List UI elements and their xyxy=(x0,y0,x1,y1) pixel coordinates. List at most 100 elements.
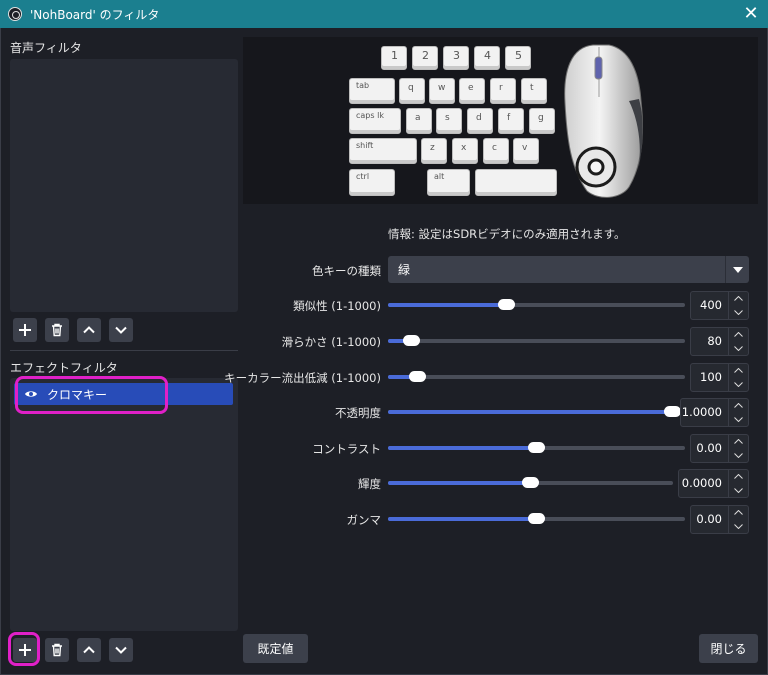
filter-preview: 1 2 3 4 5 tab q w e r t caps lk a s d f … xyxy=(243,37,758,204)
slider-fill xyxy=(388,410,673,414)
effect-filter-list[interactable] xyxy=(10,378,238,631)
spin-up-icon[interactable] xyxy=(729,364,748,378)
key-g: g xyxy=(529,108,555,134)
slider-handle[interactable] xyxy=(402,335,420,346)
spin-down-icon[interactable] xyxy=(729,306,748,320)
audio-filter-list[interactable] xyxy=(10,59,238,312)
key-color-spill-value: 100 xyxy=(700,370,722,384)
slider-handle[interactable] xyxy=(527,442,545,453)
move-audio-filter-up-button[interactable] xyxy=(77,318,101,342)
remove-audio-filter-button[interactable] xyxy=(45,318,69,342)
audio-filters-label: 音声フィルタ xyxy=(10,41,82,55)
trash-icon xyxy=(52,643,62,657)
key-shift: shift xyxy=(349,138,417,164)
smoothness-label: 滑らかさ (1-1000) xyxy=(281,335,381,349)
gamma-spinbox[interactable]: 0.00 xyxy=(690,505,749,534)
smoothness-slider[interactable] xyxy=(388,335,685,346)
spin-up-icon[interactable] xyxy=(729,435,748,449)
key-color-type-select[interactable]: 緑 xyxy=(388,256,749,283)
key-color-spill-label: キーカラー流出低減 (1-1000) xyxy=(224,371,381,385)
spin-down-icon[interactable] xyxy=(729,378,748,392)
key-t: t xyxy=(521,78,547,104)
slider-fill xyxy=(388,481,531,485)
slider-handle[interactable] xyxy=(497,299,515,310)
key-r: r xyxy=(490,78,516,104)
chevron-up-icon xyxy=(83,646,95,654)
brightness-label: 輝度 xyxy=(358,477,381,491)
window-title: 'NohBoard' のフィルタ xyxy=(30,7,160,22)
chevron-down-icon xyxy=(115,646,127,654)
key-x: x xyxy=(452,138,478,164)
key-e: e xyxy=(459,78,485,104)
key-1: 1 xyxy=(381,46,407,70)
key-space xyxy=(475,169,557,196)
key-color-spill-slider[interactable] xyxy=(388,371,685,382)
spin-up-icon[interactable] xyxy=(729,506,748,520)
move-effect-filter-up-button[interactable] xyxy=(77,638,101,662)
brightness-value: 0.0000 xyxy=(681,476,722,490)
key-5: 5 xyxy=(505,46,531,70)
opacity-label: 不透明度 xyxy=(335,406,381,420)
move-effect-filter-down-button[interactable] xyxy=(109,638,133,662)
smoothness-spinbox[interactable]: 80 xyxy=(690,327,749,356)
key-color-type-label: 色キーの種類 xyxy=(312,264,381,278)
key-z: z xyxy=(421,138,447,164)
key-v: v xyxy=(513,138,539,164)
add-audio-filter-button[interactable] xyxy=(13,318,37,342)
slider-handle[interactable] xyxy=(408,371,426,382)
gamma-slider[interactable] xyxy=(388,513,685,524)
close-button[interactable]: 閉じる xyxy=(699,634,758,663)
similarity-label: 類似性 (1-1000) xyxy=(293,299,381,313)
highlight-annotation xyxy=(15,376,168,414)
spin-down-icon[interactable] xyxy=(729,484,748,498)
contrast-spinbox[interactable]: 0.00 xyxy=(690,434,749,463)
slider-handle[interactable] xyxy=(664,406,681,417)
audio-filter-toolbar xyxy=(13,318,133,342)
spin-up-icon[interactable] xyxy=(729,399,748,413)
brightness-spinbox[interactable]: 0.0000 xyxy=(678,469,749,498)
spin-down-icon[interactable] xyxy=(729,449,748,463)
close-window-icon[interactable]: ✕ xyxy=(740,3,762,25)
move-audio-filter-down-button[interactable] xyxy=(109,318,133,342)
dropdown-arrow-icon[interactable] xyxy=(725,256,749,283)
chevron-down-icon xyxy=(115,326,127,334)
contrast-value: 0.00 xyxy=(696,441,722,455)
key-tab: tab xyxy=(349,78,395,104)
key-ctrl: ctrl xyxy=(349,169,395,196)
brightness-slider[interactable] xyxy=(388,477,673,488)
spin-down-icon[interactable] xyxy=(729,520,748,534)
key-c: c xyxy=(483,138,509,164)
key-a: a xyxy=(406,108,432,134)
opacity-spinbox[interactable]: 1.0000 xyxy=(680,398,749,427)
opacity-slider[interactable] xyxy=(388,406,681,417)
key-w: w xyxy=(429,78,455,104)
spin-down-icon[interactable] xyxy=(729,413,748,427)
gamma-label: ガンマ xyxy=(346,513,382,527)
contrast-label: コントラスト xyxy=(312,442,381,456)
spin-up-icon[interactable] xyxy=(729,292,748,306)
similarity-slider[interactable] xyxy=(388,299,685,310)
effect-filters-label: エフェクトフィルタ xyxy=(10,361,118,375)
key-alt: alt xyxy=(427,169,470,196)
sdr-info-text: 情報: 設定はSDRビデオにのみ適用されます。 xyxy=(388,227,626,241)
section-divider xyxy=(10,350,238,351)
spin-down-icon[interactable] xyxy=(729,342,748,356)
similarity-spinbox[interactable]: 400 xyxy=(690,291,749,320)
spin-up-icon[interactable] xyxy=(729,470,748,484)
slider-handle[interactable] xyxy=(521,477,539,488)
chevron-up-icon xyxy=(83,326,95,334)
defaults-button[interactable]: 既定値 xyxy=(243,634,308,663)
key-color-type-value: 緑 xyxy=(398,263,411,277)
remove-effect-filter-button[interactable] xyxy=(45,638,69,662)
mouse-icon xyxy=(564,44,643,198)
smoothness-value: 80 xyxy=(707,334,722,348)
key-color-spill-spinbox[interactable]: 100 xyxy=(690,363,749,392)
gamma-value: 0.00 xyxy=(696,512,722,526)
contrast-slider[interactable] xyxy=(388,442,685,453)
slider-handle[interactable] xyxy=(527,513,545,524)
obs-logo-icon xyxy=(8,7,22,21)
opacity-value: 1.0000 xyxy=(681,405,722,419)
key-f: f xyxy=(498,108,524,134)
highlight-annotation xyxy=(8,632,40,666)
spin-up-icon[interactable] xyxy=(729,328,748,342)
